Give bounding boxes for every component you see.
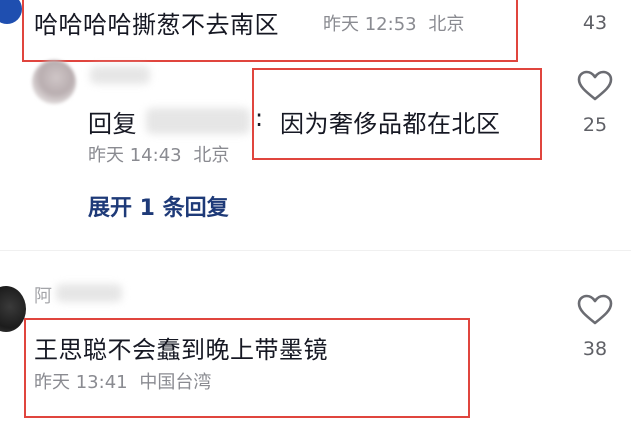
reply-location: 北京 (193, 145, 230, 166)
reply-meta: 昨天 14:43 北京 (88, 141, 229, 167)
reply-time: 昨天 14:43 (88, 145, 182, 166)
blurred-username (90, 66, 150, 84)
avatar[interactable] (0, 286, 26, 332)
reply-prefix: 回复 (88, 110, 137, 138)
like-count: 43 (582, 12, 608, 34)
expand-replies-button[interactable]: 展开 1 条回复 (88, 190, 229, 222)
divider (0, 250, 631, 251)
blurred-reply-target (146, 108, 250, 134)
blurred-username (56, 284, 122, 302)
highlight-box (22, 0, 518, 62)
comment-username: 阿 (34, 286, 52, 307)
avatar[interactable] (0, 0, 22, 24)
highlight-box (252, 68, 542, 160)
heart-icon[interactable] (577, 70, 613, 102)
heart-icon[interactable] (577, 294, 613, 326)
like-count: 25 (582, 114, 608, 136)
like-count: 38 (582, 338, 608, 360)
highlight-box (24, 318, 470, 418)
avatar[interactable] (32, 60, 76, 104)
